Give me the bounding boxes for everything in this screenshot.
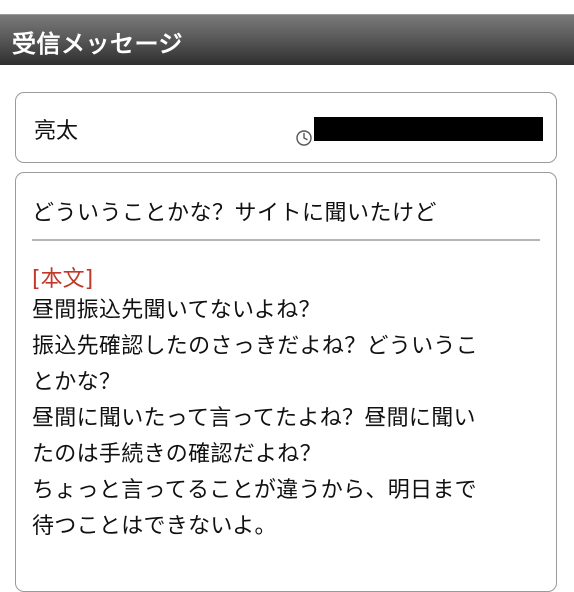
divider — [32, 239, 540, 241]
page-title: 受信メッセージ — [12, 30, 184, 58]
sender-card: 亮太 — [15, 92, 557, 163]
body-line: 昼間に聞いたって言ってたよね？昼間に聞い — [32, 406, 476, 431]
body-label: [本文] — [32, 267, 94, 292]
body-line: ちょっと言ってることが違うから、明日まで — [32, 478, 477, 503]
body-line: 昼間振込先聞いてないよね？ — [32, 298, 321, 323]
clock-icon — [296, 130, 312, 146]
body-line: たのは手続きの確認だよね？ — [32, 442, 322, 467]
message-card: どういうことかな？サイトに聞いたけど [本文] 昼間振込先聞いてないよね？ 振込… — [15, 172, 557, 592]
message-body: 昼間振込先聞いてないよね？ 振込先確認したのさっきだよね？どういうこ とかな？ … — [32, 293, 542, 545]
body-line: とかな？ — [32, 370, 122, 395]
sender-name: 亮太 — [34, 119, 79, 144]
redacted-timestamp — [314, 117, 543, 141]
message-subject: どういうことかな？サイトに聞いたけど — [32, 201, 438, 226]
body-line: 振込先確認したのさっきだよね？どういうこ — [32, 334, 479, 359]
body-line: 待つことはできないよ。 — [32, 514, 277, 539]
app-header: 受信メッセージ — [0, 14, 574, 65]
